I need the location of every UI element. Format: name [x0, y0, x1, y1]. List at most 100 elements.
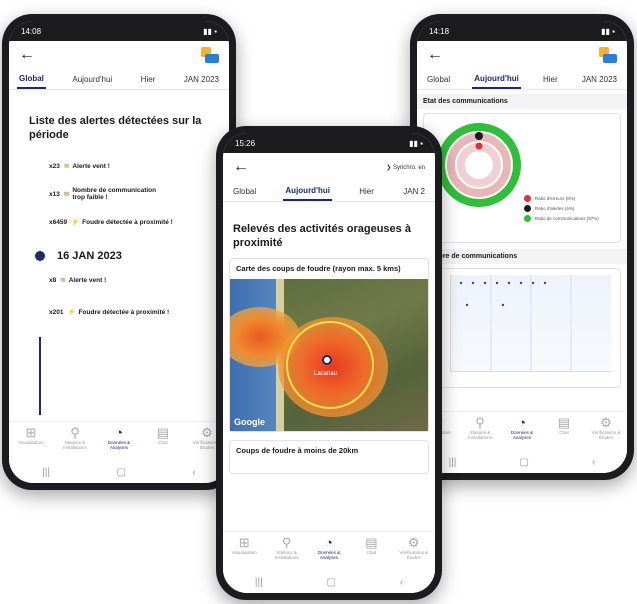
nav-chat[interactable]: ▤ Chat	[351, 535, 391, 555]
scatter-points	[459, 275, 572, 371]
timeline-date: 16 JAN 2023	[9, 250, 229, 262]
home-icon[interactable]: ▢	[326, 577, 335, 588]
nav-visualisation[interactable]: ⊞Visualisation	[11, 425, 51, 445]
nav-chat[interactable]: ▤ Chat	[143, 425, 183, 445]
station-marker[interactable]	[322, 355, 332, 365]
map-icon: ⊞	[238, 535, 250, 550]
wind-icon: ≋	[60, 277, 66, 284]
error-marker	[475, 142, 483, 150]
page-title: Liste des alertes détectées sur la pério…	[29, 115, 202, 141]
tab-yesterday[interactable]: Hier	[357, 183, 376, 200]
status-time: 15:26	[235, 138, 256, 148]
station-icon: ⚲	[70, 425, 80, 440]
legend: Ratio d'erreurs (0%) Ratio d'alertes (6%…	[524, 192, 599, 225]
system-nav: ||| ▢ ‹	[223, 571, 435, 593]
tab-today[interactable]: Aujourd'hui	[70, 71, 114, 88]
system-back-icon[interactable]: ‹	[192, 467, 195, 478]
nav-chat[interactable]: ▤ Chat	[544, 415, 584, 435]
tab-today[interactable]: Aujourd'hui	[472, 70, 521, 89]
alert-row[interactable]: x13 ✉ Nombre de communication trop faibl…	[9, 178, 229, 210]
lightning-icon: ⚡	[71, 219, 80, 226]
tab-month[interactable]: JAN 2023	[580, 71, 619, 88]
chat-icon: ▤	[365, 535, 378, 550]
ring-errors	[457, 143, 501, 187]
tab-global[interactable]: Global	[231, 183, 258, 200]
sync-button[interactable]: ❯ Synchro. en	[386, 164, 425, 171]
tab-month[interactable]: JAN 2	[401, 183, 427, 200]
system-back-icon[interactable]: ‹	[400, 577, 403, 588]
nav-verifications[interactable]: ⚙ Vérifications & Études	[586, 415, 626, 440]
tab-global[interactable]: Global	[425, 71, 452, 88]
gear-icon: ⚙	[600, 415, 612, 430]
tab-yesterday[interactable]: Hier	[541, 71, 560, 88]
home-icon[interactable]: ▢	[117, 467, 126, 478]
nav-verifications[interactable]: ⚙ Vérifications & Études	[394, 535, 434, 560]
nav-stations[interactable]: ⚲ Stations & Installations	[460, 415, 500, 440]
battery-icon: ▮▮ ▪	[601, 26, 615, 36]
comm-count-card: 30.00 20.00 10.00 5.00 2.00 0.00	[423, 268, 621, 388]
strikes-card: Coups de foudre à moins de 20km	[229, 440, 429, 474]
chart-icon: ◔	[518, 415, 526, 430]
legend-item: Ratio de communications (97%)	[524, 215, 599, 222]
status-time: 14:18	[429, 26, 450, 36]
map-card: Carte des coups de foudre (rayon max. 5 …	[229, 258, 429, 432]
tab-yesterday[interactable]: Hier	[139, 71, 158, 88]
chart-icon: ◔	[325, 535, 333, 550]
legend-item: Ratio d'alertes (6%)	[524, 205, 599, 212]
alert-row[interactable]: x8 ≋ Alerte vent !	[9, 268, 229, 292]
tab-global[interactable]: Global	[17, 70, 46, 89]
comm-state-card: Ratio d'erreurs (0%) Ratio d'alertes (6%…	[423, 113, 621, 243]
nav-donnees[interactable]: ◔ Données & Analyses	[309, 535, 349, 560]
screen-middle: 15:26 ▮▮ ▪ ← ❯ Synchro. en Global Aujour…	[223, 133, 435, 593]
nav-donnees[interactable]: ◔ Données & Analyses	[99, 425, 139, 450]
legend-item: Ratio d'erreurs (0%)	[524, 195, 599, 202]
recents-icon[interactable]: |||	[449, 457, 457, 468]
home-icon[interactable]: ▢	[519, 457, 528, 468]
tab-month[interactable]: JAN 2023	[182, 71, 221, 88]
radius-circle	[286, 321, 374, 409]
phone-left: 14:08 ▮▮ ▪ ← Global Aujourd'hui Hier JAN…	[2, 14, 236, 490]
app-logo	[599, 47, 617, 63]
system-back-icon[interactable]: ‹	[592, 457, 595, 468]
back-arrow-icon[interactable]: ←	[19, 46, 35, 64]
chat-icon: ▤	[156, 425, 170, 440]
section-title: Etat des communications	[417, 94, 627, 109]
station-icon: ⚲	[281, 535, 292, 550]
alert-row[interactable]: x201 ⚡ Foudre détectée à proximité !	[9, 300, 229, 324]
status-time: 14:08	[21, 26, 42, 36]
lightning-map[interactable]: Lacanau Google	[230, 279, 428, 431]
envelope-icon: ✉	[63, 191, 70, 198]
phone-right: 14:18 ▮▮ ▪ ← Global Aujourd'hui Hier JAN…	[410, 14, 634, 480]
period-tabs: Global Aujourd'hui Hier JAN 2	[223, 181, 435, 202]
map-place-label: Lacanau	[314, 371, 338, 377]
gear-icon: ⚙	[201, 425, 213, 440]
station-icon: ⚲	[475, 415, 485, 430]
section-title: Nombre de communications	[417, 249, 627, 264]
map-google-label: Google	[234, 417, 265, 427]
bottom-nav: ⊞Visualisation ⚲Stations & Installations…	[417, 411, 627, 451]
page-title: Relevés des activités orageuses à proxim…	[233, 223, 411, 249]
alert-row[interactable]: x23 ≋ Alerte vent !	[9, 154, 229, 178]
system-nav: ||| ▢ ‹	[417, 451, 627, 473]
back-arrow-icon[interactable]: ←	[427, 46, 443, 64]
tab-today[interactable]: Aujourd'hui	[283, 182, 332, 201]
gear-icon: ⚙	[407, 535, 420, 550]
nav-donnees[interactable]: ◔ Données & Analyses	[502, 415, 542, 440]
screen-left: 14:08 ▮▮ ▪ ← Global Aujourd'hui Hier JAN…	[9, 21, 229, 483]
chart-icon: ◔	[115, 425, 123, 440]
back-arrow-icon[interactable]: ←	[233, 158, 249, 176]
screen-right: 14:18 ▮▮ ▪ ← Global Aujourd'hui Hier JAN…	[417, 21, 627, 473]
chat-icon: ▤	[557, 415, 571, 430]
recents-icon[interactable]: |||	[42, 467, 50, 478]
nav-stations[interactable]: ⚲ Stations & Installations	[267, 535, 307, 560]
period-tabs: Global Aujourd'hui Hier JAN 2023	[9, 69, 229, 90]
alert-row[interactable]: x6459 ⚡ Foudre détectée à proximité !	[9, 210, 229, 234]
period-tabs: Global Aujourd'hui Hier JAN 2023	[417, 69, 627, 90]
battery-icon: ▮▮ ▪	[203, 26, 217, 36]
bottom-nav: ⊞Visualisation ⚲Stations & Installations…	[223, 531, 435, 571]
plot-area	[450, 275, 611, 372]
map-icon: ⊞	[25, 425, 37, 440]
nav-stations[interactable]: ⚲ Stations & Installations	[55, 425, 95, 450]
recents-icon[interactable]: |||	[255, 577, 263, 588]
nav-visualisation[interactable]: ⊞Visualisation	[224, 535, 264, 555]
